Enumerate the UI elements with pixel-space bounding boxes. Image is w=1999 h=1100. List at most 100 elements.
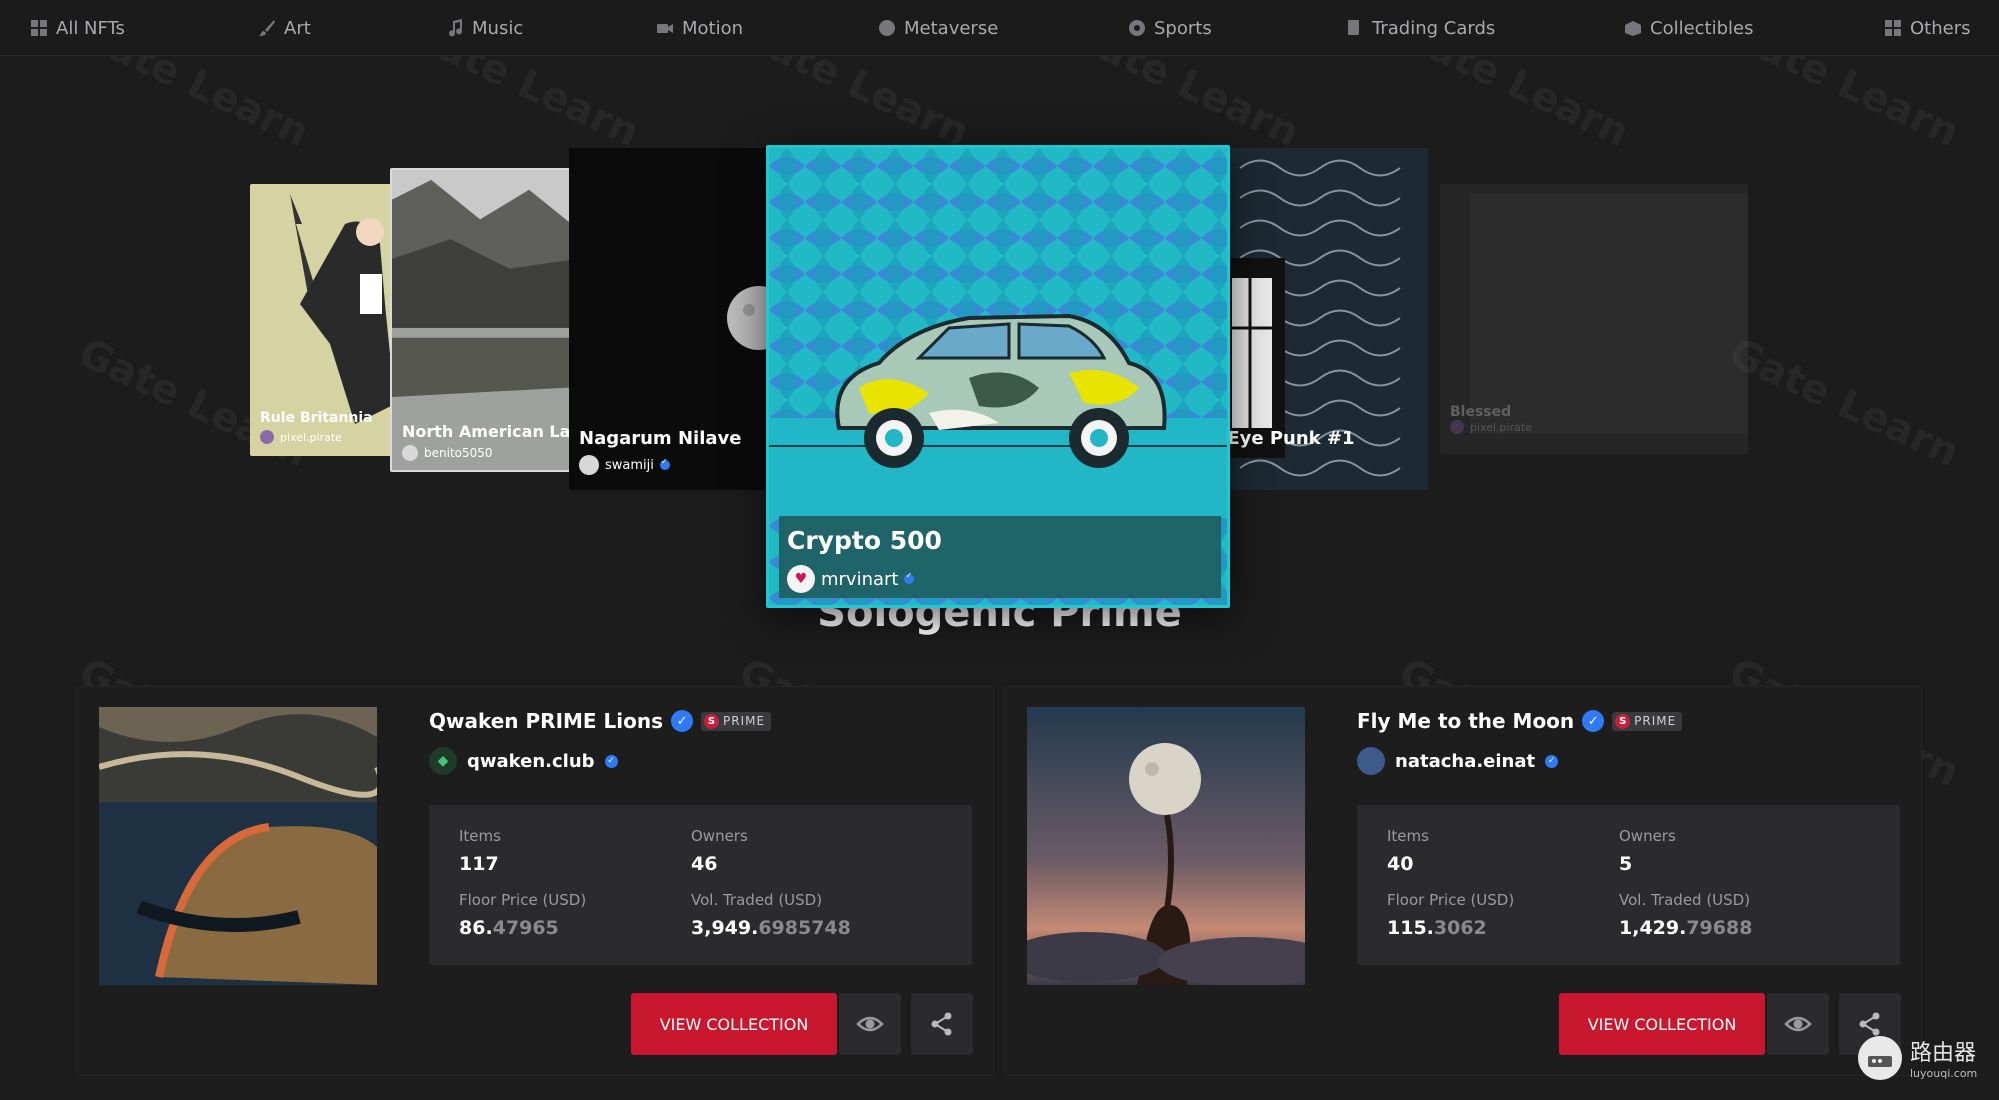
stat-items: Items 40 <box>1387 827 1429 875</box>
collection-card: Qwaken PRIME Lions ✓ S PRIME ◆ qwaken.clu… <box>76 686 994 1076</box>
avatar <box>579 455 599 475</box>
category-nav: All NFTs Art Music Motion Metaverse Spor… <box>0 0 1999 56</box>
box-icon <box>1625 21 1641 36</box>
nav-item-label: Motion <box>682 17 744 39</box>
stat-label: Owners <box>1619 827 1676 845</box>
cards-icon <box>1348 20 1359 35</box>
collection-stats: Items 40 Owners 5 Floor Price (USD) 115.… <box>1357 805 1900 965</box>
verified-icon: ✓ <box>671 710 694 732</box>
owner-name[interactable]: qwaken.club <box>467 751 595 772</box>
carousel-card[interactable]: Rule Britannia pixel.pirate <box>250 184 410 456</box>
verified-icon: ✓ <box>604 754 618 768</box>
music-note-icon <box>449 19 463 37</box>
stat-value: 40 <box>1387 853 1414 875</box>
sologenic-icon: S <box>704 713 720 729</box>
card-owner-name: swamiji <box>605 457 654 473</box>
stat-label: Owners <box>691 827 748 845</box>
nav-item-label: All NFTs <box>56 17 125 39</box>
avatar[interactable] <box>1357 747 1385 775</box>
view-collection-button[interactable]: VIEW COLLECTION <box>1559 993 1765 1055</box>
nav-item-metaverse[interactable]: Metaverse <box>878 14 998 42</box>
stat-label: Items <box>459 827 501 845</box>
share-button[interactable] <box>911 993 973 1055</box>
prime-label: PRIME <box>1634 714 1677 728</box>
card-title: Blessed <box>1450 404 1512 420</box>
featured-carousel: Blessed pixel.pirate er Eye Punk #1 Rule… <box>0 56 1999 608</box>
stat-value: 117 <box>459 853 499 875</box>
stat-floor-price: Floor Price (USD) 115.3062 <box>1387 891 1514 939</box>
collection-image <box>99 707 377 985</box>
sologenic-icon: S <box>1615 713 1631 729</box>
view-collection-button[interactable]: VIEW COLLECTION <box>631 993 837 1055</box>
carousel-card[interactable]: Blessed pixel.pirate <box>1440 184 1748 454</box>
logo-subtext: luyouqi.com <box>1910 1067 1978 1080</box>
collection-name[interactable]: Fly Me to the Moon <box>1357 709 1574 733</box>
nav-item-label: Others <box>1910 17 1971 39</box>
brush-icon <box>259 20 275 36</box>
collection-artwork <box>1027 707 1305 985</box>
stat-label: Vol. Traded (USD) <box>691 891 823 909</box>
nav-item-sports[interactable]: Sports <box>1128 14 1212 42</box>
nav-item-label: Art <box>284 17 311 39</box>
avatar: ♥ <box>787 565 815 593</box>
nav-item-others[interactable]: Others <box>1884 14 1971 42</box>
nav-item-all-nfts[interactable]: All NFTs <box>30 14 125 42</box>
avatar <box>260 430 274 444</box>
nav-item-art[interactable]: Art <box>258 14 311 42</box>
avatar[interactable]: ◆ <box>429 747 457 775</box>
video-camera-icon <box>657 24 673 33</box>
carousel-card[interactable]: er Eye Punk #1 <box>1200 148 1428 490</box>
nav-item-label: Sports <box>1154 17 1212 39</box>
stat-items: Items 117 <box>459 827 501 875</box>
nav-item-label: Trading Cards <box>1372 17 1496 39</box>
collection-name[interactable]: Qwaken PRIME Lions <box>429 709 663 733</box>
watch-button[interactable] <box>1767 993 1829 1055</box>
stat-owners: Owners 5 <box>1619 827 1676 875</box>
stat-value-decimals: 47965 <box>492 917 559 939</box>
carousel-card-active[interactable]: Crypto 500 ♥ mrvinart <box>766 145 1230 608</box>
stat-value-decimals: 79688 <box>1686 917 1753 939</box>
eye-icon <box>1784 1016 1812 1032</box>
collection-stats: Items 117 Owners 46 Floor Price (USD) 86… <box>429 805 972 965</box>
owner-name[interactable]: natacha.einat <box>1395 751 1535 772</box>
watch-button[interactable] <box>839 993 901 1055</box>
stat-label: Floor Price (USD) <box>1387 891 1515 909</box>
verified-icon <box>659 457 670 470</box>
avatar <box>1450 420 1464 434</box>
card-owner-name: benito5050 <box>424 446 493 460</box>
nav-item-trading-cards[interactable]: Trading Cards <box>1346 14 1495 42</box>
stat-value-int: 115. <box>1387 917 1434 939</box>
nav-item-motion[interactable]: Motion <box>656 14 743 42</box>
prime-badge: S PRIME <box>1612 711 1683 731</box>
collection-header: Fly Me to the Moon ✓ S PRIME natacha.eina… <box>1357 709 1683 775</box>
collection-card: Fly Me to the Moon ✓ S PRIME natacha.eina… <box>1004 686 1922 1076</box>
stat-value: 46 <box>691 853 718 875</box>
nav-item-collectibles[interactable]: Collectibles <box>1624 14 1754 42</box>
card-title: Crypto 500 <box>787 526 942 555</box>
carousel-card[interactable]: Nagarum Nilave swamiji <box>569 148 799 490</box>
verified-icon: ✓ <box>1582 710 1605 732</box>
card-title: North American Lan <box>402 422 580 441</box>
nav-item-music[interactable]: Music <box>446 14 523 42</box>
site-watermark-logo: 路由器 luyouqi.com <box>1858 1035 1977 1080</box>
stat-value-decimals: 3062 <box>1433 917 1487 939</box>
stat-owners: Owners 46 <box>691 827 748 875</box>
card-owner-name: pixel.pirate <box>280 430 342 444</box>
card-owner-name: pixel.pirate <box>1470 420 1532 434</box>
collection-image <box>1027 707 1305 985</box>
ball-icon <box>1129 20 1145 36</box>
avatar <box>402 445 418 461</box>
stat-label: Vol. Traded (USD) <box>1619 891 1751 909</box>
carousel-card[interactable]: North American Lan benito5050 <box>390 168 580 472</box>
stat-value-int: 3,949. <box>691 917 759 939</box>
eye-icon <box>856 1016 884 1032</box>
stat-value-int: 1,429. <box>1619 917 1687 939</box>
stat-volume: Vol. Traded (USD) 1,429.79688 <box>1619 891 1752 939</box>
verified-icon <box>904 571 915 584</box>
stat-floor-price: Floor Price (USD) 86.47965 <box>459 891 586 939</box>
stat-label: Items <box>1387 827 1429 845</box>
card-caption: Crypto 500 ♥ mrvinart <box>779 516 1221 598</box>
card-title: Nagarum Nilave <box>579 428 742 449</box>
card-title: Rule Britannia <box>260 410 373 426</box>
card-owner-name: mrvinart <box>821 568 899 590</box>
